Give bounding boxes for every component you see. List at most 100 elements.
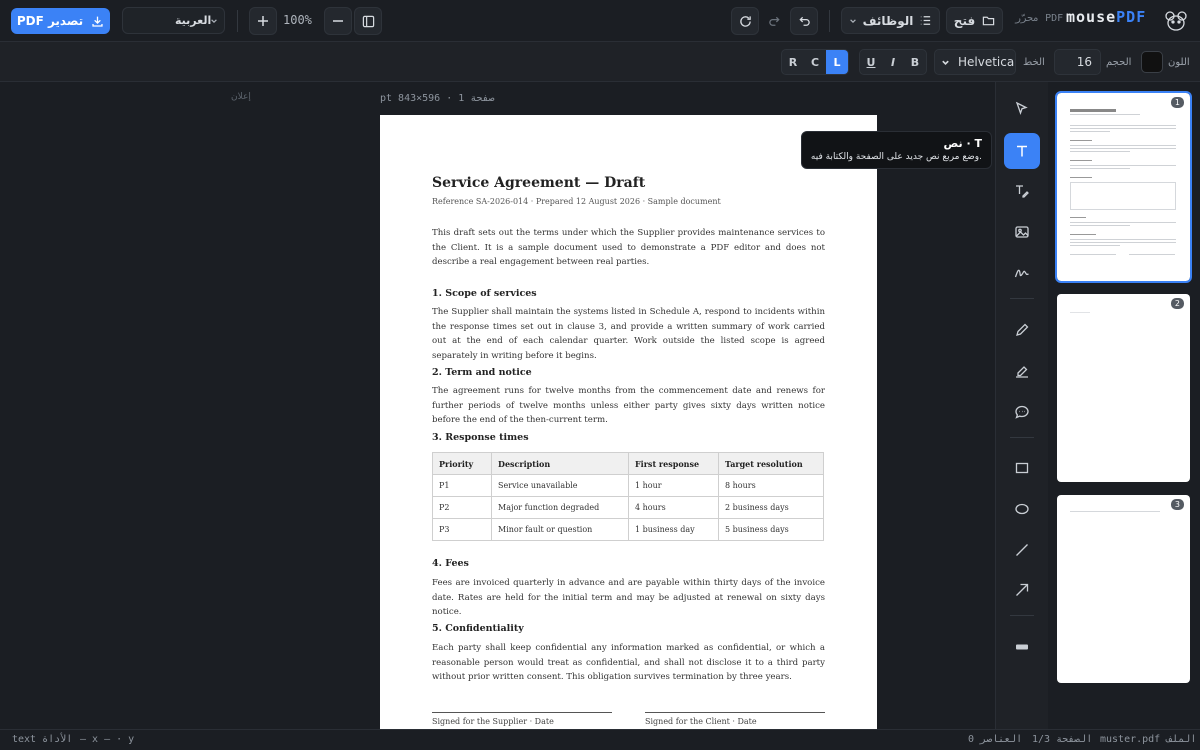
- table-cell: 5 business days: [718, 518, 824, 541]
- status-tool: text الأداة: [12, 734, 73, 745]
- functions-menu-button[interactable]: الوظائف: [841, 7, 940, 34]
- thumb-line: [1070, 165, 1176, 166]
- table-cell: Minor fault or question: [491, 518, 629, 541]
- brand-accent: PDF: [1116, 8, 1147, 26]
- thumb-line: [1070, 225, 1130, 226]
- align-left-button[interactable]: L: [826, 50, 848, 74]
- table-header: Target resolution: [718, 452, 824, 475]
- font-label: الخط: [1023, 57, 1045, 68]
- italic-button[interactable]: I: [882, 50, 904, 74]
- whiteout-icon: [1014, 639, 1030, 655]
- image-tool[interactable]: [1004, 214, 1040, 250]
- thumb-line: [1129, 254, 1175, 255]
- download-icon: [91, 15, 104, 28]
- whiteout-tool[interactable]: [1004, 629, 1040, 665]
- brand-main: mouse: [1066, 8, 1117, 26]
- page-thumbnail[interactable]: 2: [1057, 294, 1190, 482]
- zoom-in-button[interactable]: [249, 7, 277, 35]
- section-heading: 2. Term and notice: [432, 367, 532, 378]
- status-bar: text الأداة — x — · y 0 العناصر 1/3 الصف…: [0, 729, 1200, 750]
- thumb-line: [1070, 312, 1090, 313]
- tooltip-title: نص · T: [943, 137, 982, 150]
- arrow-icon: [1014, 582, 1030, 598]
- thumb-line: [1070, 125, 1176, 126]
- select-tool[interactable]: [1004, 91, 1040, 127]
- font-size-input[interactable]: 16: [1054, 49, 1101, 75]
- text-edit-tool[interactable]: [1004, 173, 1040, 209]
- toggle-sidebar-button[interactable]: [354, 7, 382, 35]
- table-cell: 1 hour: [628, 474, 719, 497]
- table-row: P2 Major function degraded 4 hours 2 bus…: [432, 496, 824, 519]
- highlighter-tool[interactable]: [1004, 353, 1040, 389]
- image-icon: [1014, 224, 1030, 240]
- status-elements: 0 العناصر: [968, 734, 1023, 745]
- refresh-button[interactable]: [731, 7, 759, 35]
- table-row: P1 Service unavailable 1 hour 8 hours: [432, 474, 824, 497]
- language-select[interactable]: العربية: [122, 7, 225, 34]
- thumb-line: [1070, 128, 1176, 129]
- section-body: The Supplier shall maintain the systems …: [432, 307, 825, 361]
- page-info: pt 843×596 · 1 صفحة: [380, 93, 495, 104]
- table-cell: Major function degraded: [491, 496, 629, 519]
- document-reference: Reference SA-2026-014 · Prepared 12 Augu…: [432, 197, 721, 206]
- table-header: Priority: [432, 452, 492, 475]
- align-right-button[interactable]: R: [782, 50, 804, 74]
- status-file: muster.pdf الملف: [1100, 734, 1197, 745]
- arrow-tool[interactable]: [1004, 572, 1040, 608]
- signature-tool[interactable]: [1004, 255, 1040, 291]
- pen-tool[interactable]: [1004, 312, 1040, 348]
- table-cell: P2: [432, 496, 492, 519]
- color-swatch[interactable]: [1141, 51, 1163, 73]
- open-file-button[interactable]: فتح: [946, 7, 1003, 34]
- thumb-title-mark: [1070, 109, 1116, 112]
- section-body: The agreement runs for twelve months fro…: [432, 386, 825, 425]
- page-thumbnail[interactable]: 3: [1057, 495, 1190, 683]
- comment-tool[interactable]: [1004, 394, 1040, 430]
- line-tool[interactable]: [1004, 532, 1040, 568]
- table-header: First response: [628, 452, 719, 475]
- table-header-row: Priority Description First response Targ…: [432, 452, 824, 475]
- table-cell: Service unavailable: [491, 474, 629, 497]
- signature-line: [645, 712, 825, 713]
- rectangle-tool[interactable]: [1004, 450, 1040, 486]
- page-thumbnail[interactable]: 1: [1055, 91, 1192, 283]
- font-family-select[interactable]: Helvetica: [934, 49, 1016, 75]
- text-icon: [1014, 143, 1030, 159]
- zoom-level: 100%: [283, 13, 312, 27]
- text-style-group: U I B: [859, 49, 927, 75]
- pen-icon: [1014, 322, 1030, 338]
- align-center-button[interactable]: C: [804, 50, 826, 74]
- text-edit-icon: [1014, 183, 1030, 199]
- comment-icon: [1014, 404, 1030, 420]
- zoom-out-button[interactable]: [324, 7, 352, 35]
- thumb-line: [1070, 131, 1110, 132]
- pdf-page[interactable]: Service Agreement — Draft Reference SA-2…: [380, 115, 877, 729]
- ellipse-icon: [1014, 501, 1030, 517]
- document-title: Service Agreement — Draft: [432, 175, 646, 191]
- thumb-line: [1070, 114, 1140, 115]
- client-signature-label: Signed for the Client · Date: [645, 717, 757, 726]
- intro-paragraph: This draft sets out the terms under whic…: [432, 228, 825, 267]
- supplier-signature-label: Signed for the Supplier · Date: [432, 717, 554, 726]
- signature-line: [432, 712, 612, 713]
- section-heading: 3. Response times: [432, 432, 529, 443]
- thumb-line: [1070, 239, 1176, 240]
- table-cell: 8 hours: [718, 474, 824, 497]
- underline-button[interactable]: U: [860, 50, 882, 74]
- table-cell: 2 business days: [718, 496, 824, 519]
- folder-icon: [982, 14, 995, 27]
- bold-button[interactable]: B: [904, 50, 926, 74]
- minus-icon: [332, 15, 344, 27]
- sidebar-icon: [362, 15, 375, 28]
- format-toolbar: R C L U I B Helvetica الخط 16 الحجم اللو…: [0, 42, 1200, 82]
- redo-button[interactable]: [760, 7, 788, 35]
- table-header: Description: [491, 452, 629, 475]
- ellipse-tool[interactable]: [1004, 491, 1040, 527]
- tool-rail: [995, 82, 1048, 729]
- export-pdf-button[interactable]: PDF تصدير: [11, 8, 110, 34]
- text-tool[interactable]: [1004, 133, 1040, 169]
- size-label: الحجم: [1106, 57, 1132, 68]
- undo-button[interactable]: [790, 7, 818, 35]
- refresh-icon: [739, 15, 752, 28]
- alignment-group: R C L: [781, 49, 849, 75]
